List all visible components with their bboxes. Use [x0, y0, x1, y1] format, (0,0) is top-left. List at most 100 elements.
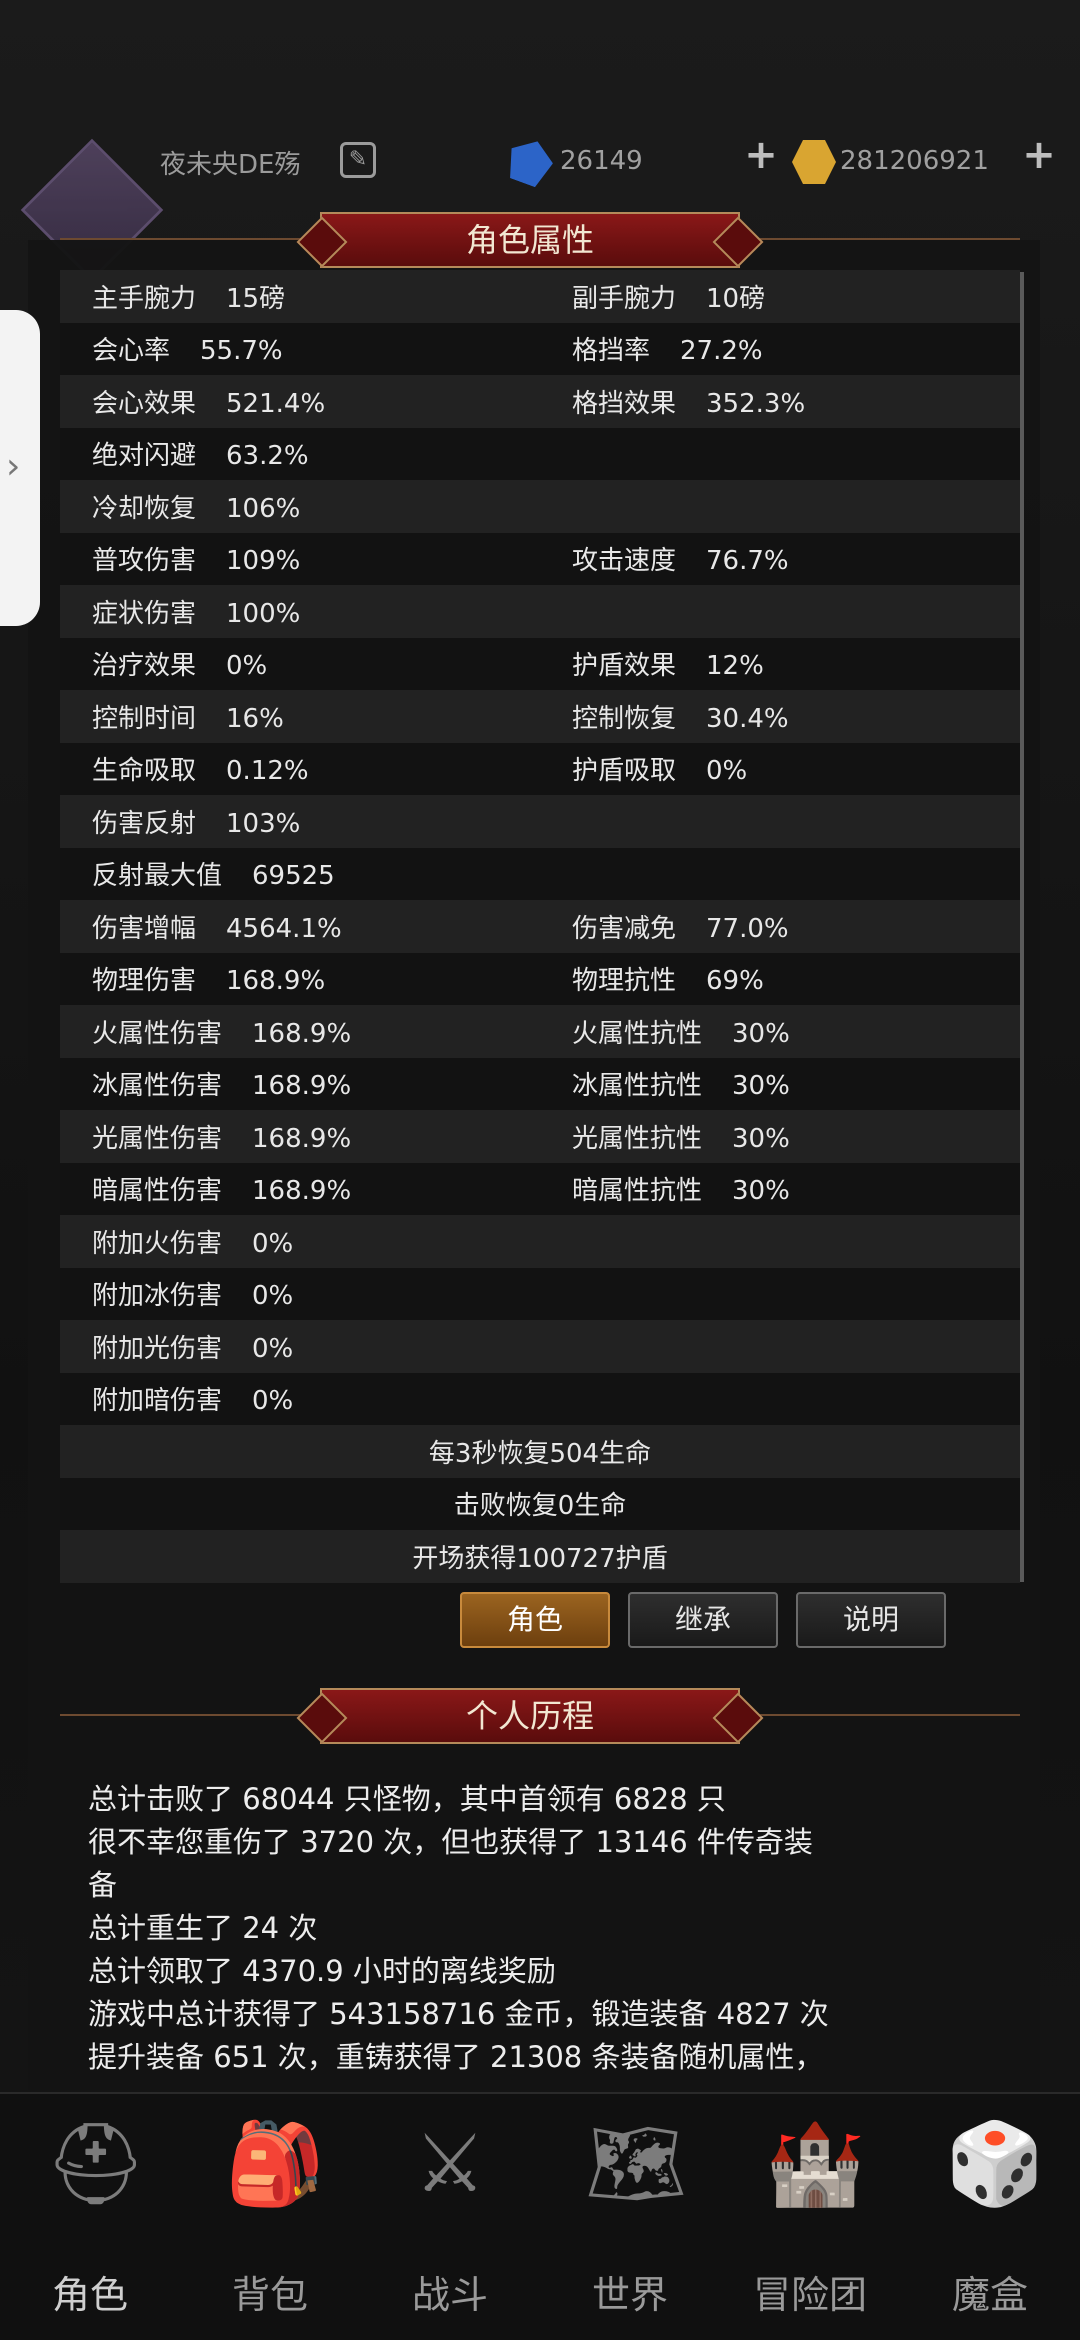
stat-value: 30% [732, 1071, 790, 1102]
stat-cell [540, 1384, 1020, 1414]
nav-item[interactable]: 🎒 背包 [180, 2094, 360, 2340]
stat-cell [540, 859, 1020, 889]
gold-icon [792, 140, 836, 184]
stat-label: 暗属性伤害 [92, 1176, 223, 1207]
stat-cell: 冰属性伤害 168.9% [60, 1065, 540, 1102]
stat-cell: 物理抗性 69% [540, 960, 1020, 997]
nav-item[interactable]: ⛑ 角色 [0, 2094, 180, 2340]
nav-label: 战斗 [411, 2273, 488, 2317]
stat-label: 格挡率 [572, 336, 651, 367]
stat-value: 109% [226, 546, 301, 577]
history-divider-right [760, 1714, 1020, 1716]
stat-row: 光属性伤害 168.9% 光属性抗性 30% [60, 1110, 1020, 1163]
stat-value: 168.9% [252, 1123, 352, 1154]
stat-row: 伤害增幅 4564.1% 伤害减免 77.0% [60, 900, 1020, 953]
stat-value: 168.9% [252, 1018, 352, 1049]
stat-label: 暗属性抗性 [572, 1176, 703, 1207]
sword-icon: ⚔ [414, 2117, 486, 2210]
stat-label: 冰属性伤害 [92, 1071, 223, 1102]
stats-table: 主手腕力 15磅 副手腕力 10磅 会心率 55.7% 格挡率 27.2% 会心效果 521.4%… [60, 270, 1020, 1583]
stat-cell [540, 439, 1020, 469]
nav-item[interactable]: ⚔ 战斗 [360, 2094, 540, 2340]
stat-cell: 治疗效果 0% [60, 645, 540, 682]
stat-cell [540, 596, 1020, 626]
stat-cell: 光属性伤害 168.9% [60, 1118, 540, 1155]
stat-value: 12% [706, 651, 764, 682]
stat-value: 168.9% [226, 966, 326, 997]
stat-cell: 火属性抗性 30% [540, 1013, 1020, 1050]
stat-value: 352.3% [706, 388, 806, 419]
inherit-button[interactable]: 继承 [628, 1592, 778, 1648]
stat-value: 103% [226, 808, 301, 839]
stat-value: 0% [252, 1333, 294, 1364]
stat-value: 0.12% [226, 756, 309, 787]
stat-value: 168.9% [252, 1176, 352, 1207]
stat-cell: 生命吸取 0.12% [60, 750, 540, 787]
history-line: 备 [88, 1868, 118, 1902]
stat-label: 伤害反射 [92, 808, 197, 839]
stat-value: 521.4% [226, 388, 326, 419]
stat-row: 附加光伤害 0% [60, 1320, 1020, 1373]
banner-divider-right [760, 238, 1020, 240]
stat-label: 附加冰伤害 [92, 1281, 223, 1312]
edit-icon[interactable]: ✎ [340, 142, 376, 178]
stat-value: 4564.1% [226, 913, 342, 944]
stat-cell: 附加冰伤害 0% [60, 1275, 540, 1312]
stat-cell: 主手腕力 15磅 [60, 278, 540, 315]
top-bar: 夜未央DE殇 ✎ 26149 + 281206921 + [0, 130, 1080, 282]
scrollbar[interactable] [1020, 272, 1024, 1582]
stat-value: 0% [252, 1386, 294, 1417]
banner-divider-left [60, 238, 320, 240]
stat-label: 控制恢复 [572, 703, 677, 734]
nav-item[interactable]: 🏰 冒险团 [720, 2094, 900, 2340]
stat-label: 治疗效果 [92, 651, 197, 682]
stat-row: 冷却恢复 106% [60, 480, 1020, 533]
role-button[interactable]: 角色 [460, 1592, 610, 1648]
stat-row: 暗属性伤害 168.9% 暗属性抗性 30% [60, 1162, 1020, 1215]
stat-row: 治疗效果 0% 护盾效果 12% [60, 637, 1020, 690]
stat-label: 火属性抗性 [572, 1018, 703, 1049]
stat-value: 30% [732, 1123, 790, 1154]
stat-value: 55.7% [200, 336, 283, 367]
stat-label: 附加光伤害 [92, 1333, 223, 1364]
stat-cell: 副手腕力 10磅 [540, 278, 1020, 315]
stat-value: 76.7% [706, 546, 789, 577]
stat-value: 30% [732, 1176, 790, 1207]
stat-cell: 控制时间 16% [60, 698, 540, 735]
stat-value: 0% [252, 1228, 294, 1259]
stat-row: 附加火伤害 0% [60, 1215, 1020, 1268]
stat-cell: 伤害反射 103% [60, 803, 540, 840]
stat-cell [540, 1226, 1020, 1256]
castle-icon: 🏰 [765, 2117, 865, 2210]
stat-label: 生命吸取 [92, 756, 197, 787]
stat-cell: 格挡效果 352.3% [540, 383, 1020, 420]
nav-label: 冒险团 [752, 2273, 867, 2317]
summary-row: 击败恢复0生命 [60, 1477, 1020, 1530]
stat-value: 27.2% [680, 336, 763, 367]
add-gold-button[interactable]: + [1022, 135, 1056, 175]
history-line: 很不幸您重伤了 3720 次，但也获得了 13146 件传奇装 [88, 1825, 813, 1859]
nav-item[interactable]: 🗺 世界 [540, 2094, 720, 2340]
stat-cell: 光属性抗性 30% [540, 1118, 1020, 1155]
nav-item[interactable]: 🎲 魔盒 [900, 2094, 1080, 2340]
side-drawer-handle[interactable]: › [0, 310, 40, 626]
stat-cell: 绝对闪避 63.2% [60, 435, 540, 472]
explain-button[interactable]: 说明 [796, 1592, 946, 1648]
stat-label: 护盾吸取 [572, 756, 677, 787]
stat-row: 普攻伤害 109% 攻击速度 76.7% [60, 532, 1020, 585]
stat-label: 物理伤害 [92, 966, 197, 997]
stat-row: 生命吸取 0.12% 护盾吸取 0% [60, 742, 1020, 795]
stat-cell: 攻击速度 76.7% [540, 540, 1020, 577]
stat-cell: 附加光伤害 0% [60, 1328, 540, 1365]
stat-cell [540, 1279, 1020, 1309]
stat-label: 攻击速度 [572, 546, 677, 577]
stat-cell: 冷却恢复 106% [60, 488, 540, 525]
stat-label: 绝对闪避 [92, 441, 197, 472]
map-icon: 🗺 [585, 2117, 687, 2210]
stat-cell: 会心率 55.7% [60, 330, 540, 367]
summary-row: 开场获得100727护盾 [60, 1530, 1020, 1583]
nav-label: 背包 [231, 2273, 308, 2317]
add-gem-button[interactable]: + [744, 135, 778, 175]
stat-value: 77.0% [706, 913, 789, 944]
stat-row: 会心率 55.7% 格挡率 27.2% [60, 322, 1020, 375]
